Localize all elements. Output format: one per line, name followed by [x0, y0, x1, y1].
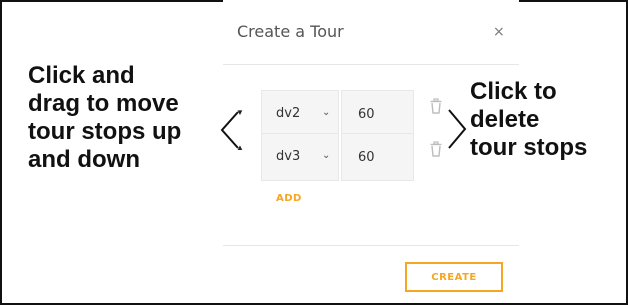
footer-divider — [223, 245, 519, 246]
trash-icon[interactable] — [429, 97, 443, 117]
left-bracket-icon — [220, 111, 239, 149]
delete-annotation: Click to delete tour stops — [470, 78, 620, 162]
duration-input[interactable] — [341, 90, 414, 138]
view-select-value: dv3 — [276, 149, 301, 164]
annotation-line: tour stops up — [28, 118, 182, 145]
annotation-line: Click to — [470, 78, 557, 105]
chevron-down-icon: ⌄ — [322, 107, 331, 118]
header-divider — [223, 64, 519, 65]
duration-input[interactable] — [341, 133, 414, 181]
view-select-value: dv2 — [276, 106, 301, 121]
annotation-line: Click and — [28, 62, 135, 89]
dialog-title: Create a Tour — [237, 22, 344, 41]
trash-icon[interactable] — [429, 140, 443, 160]
close-icon[interactable]: × — [493, 24, 505, 40]
annotation-line: and down — [28, 146, 140, 173]
view-select[interactable]: dv2 ⌄ — [261, 90, 339, 138]
annotation-line: delete — [470, 106, 540, 133]
annotation-line: drag to move — [28, 90, 179, 117]
view-select[interactable]: dv3 ⌄ — [261, 133, 339, 181]
create-button[interactable]: CREATE — [405, 262, 503, 292]
annotation-line: tour stops — [470, 134, 588, 161]
drag-annotation: Click and drag to move tour stops up and… — [28, 62, 228, 174]
chevron-down-icon: ⌄ — [322, 150, 331, 161]
right-bracket-icon — [448, 109, 467, 149]
tour-stop-row: ▲ dv3 ⌄ — [236, 133, 446, 183]
add-stop-button[interactable]: ADD — [276, 193, 302, 204]
